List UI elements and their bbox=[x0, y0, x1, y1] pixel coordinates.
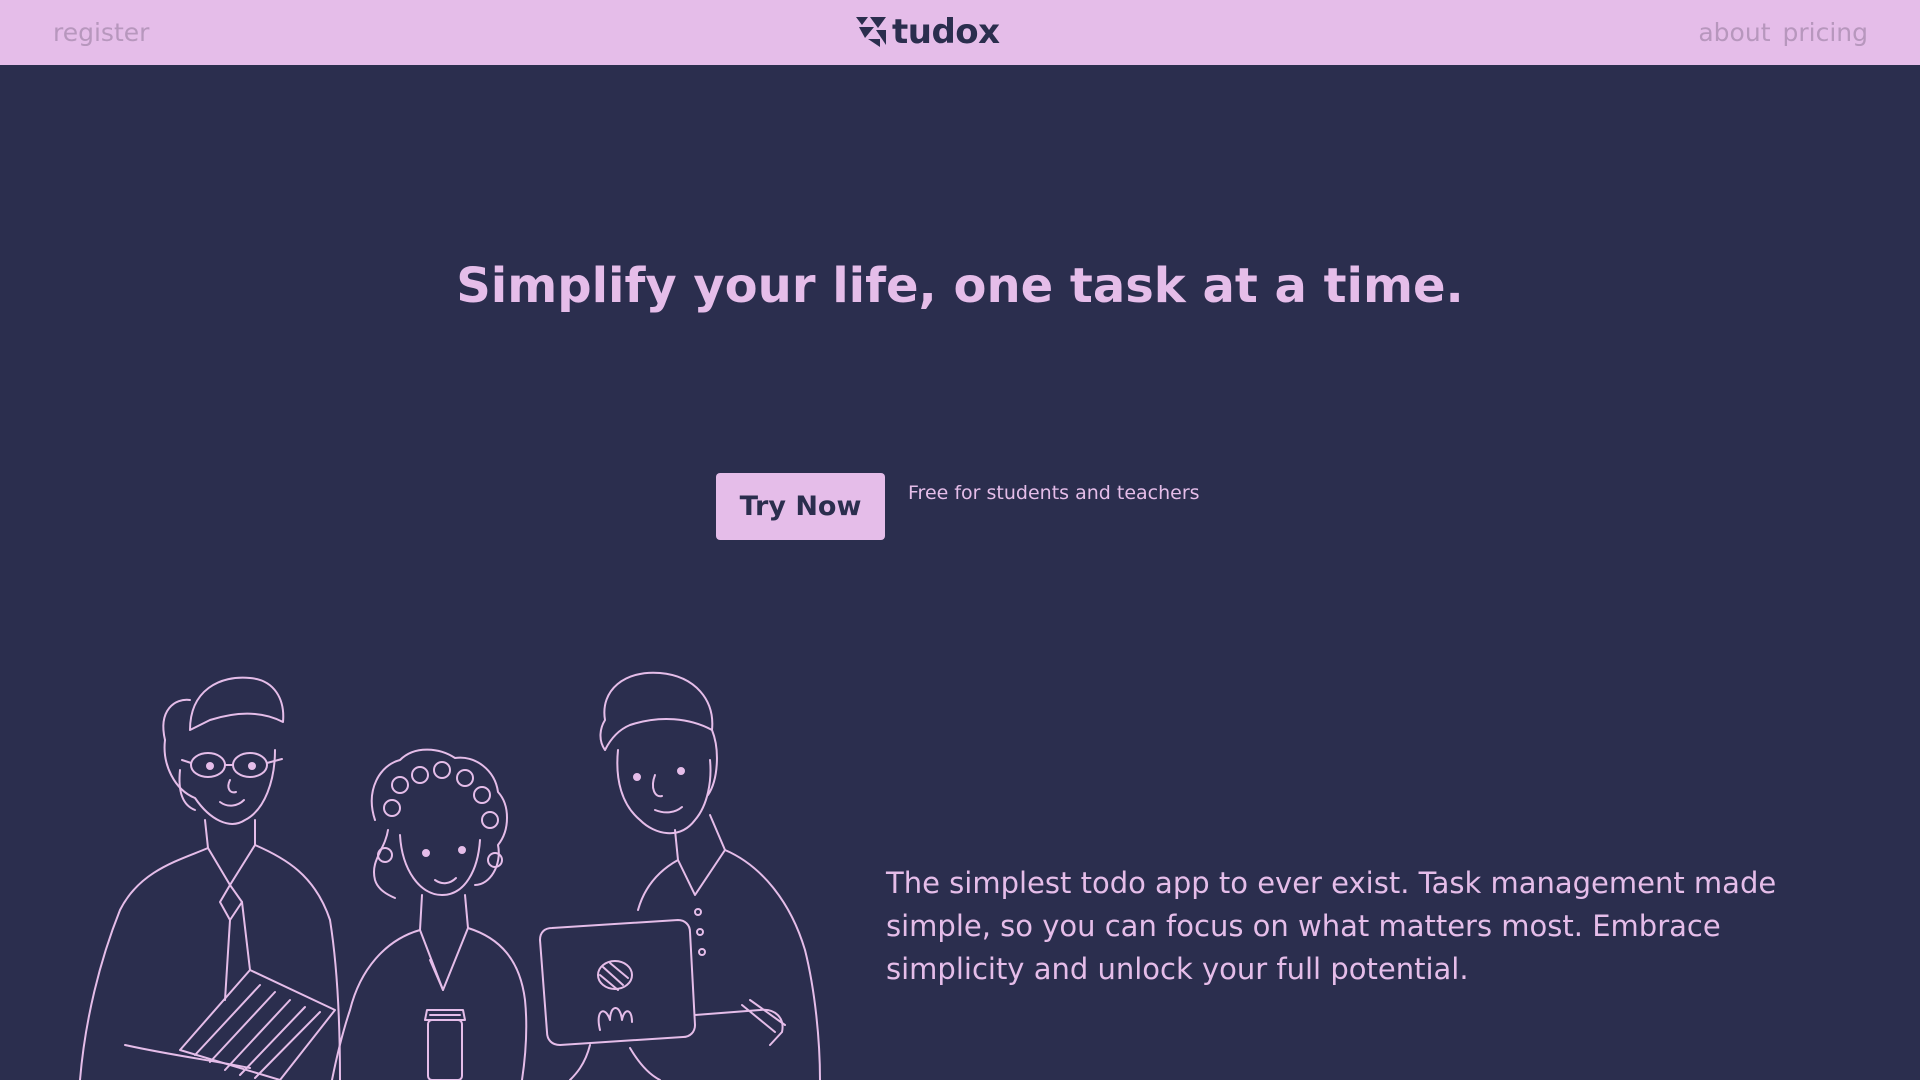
hero-headline: Simplify your life, one task at a time. bbox=[456, 258, 1464, 314]
tudox-logo-icon bbox=[856, 17, 886, 47]
nav-pricing-link[interactable]: pricing bbox=[1783, 0, 1869, 65]
brand-logo[interactable]: tudox bbox=[856, 10, 1000, 54]
try-now-button[interactable]: Try Now bbox=[716, 473, 885, 540]
nav-about-link[interactable]: about bbox=[1698, 0, 1770, 65]
person-with-glasses bbox=[79, 676, 341, 1080]
cta-note: Free for students and teachers bbox=[908, 482, 1200, 504]
people-illustration bbox=[79, 671, 821, 1080]
person-with-laptop bbox=[539, 671, 821, 1080]
product-description: The simplest todo app to ever exist. Tas… bbox=[886, 866, 1777, 986]
nav-right-links: about pricing bbox=[1698, 0, 1868, 65]
person-curly-hair bbox=[331, 748, 528, 1080]
brand-name: tudox bbox=[892, 12, 1000, 52]
top-navbar: register tudox about pricing bbox=[0, 0, 1920, 65]
nav-register-link[interactable]: register bbox=[53, 0, 149, 65]
